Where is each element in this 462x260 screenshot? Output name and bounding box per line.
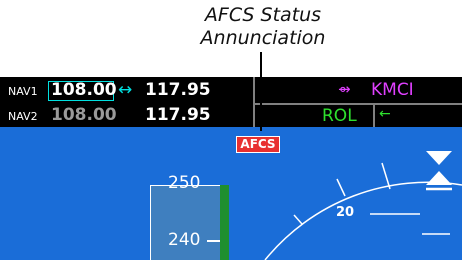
airspeed-tick-label: 250 (168, 173, 201, 193)
airspeed-tape: 250 240 (150, 173, 221, 260)
divider-horizontal (255, 103, 462, 105)
roll-scale-arc (264, 181, 462, 260)
airspeed-green-band (220, 185, 229, 260)
nav2-active-frequency[interactable]: 108.00 (51, 105, 117, 125)
nav1-standby-frequency[interactable]: 117.95 (145, 80, 211, 100)
roll-tick (293, 214, 303, 225)
active-waypoint: KMCI (371, 80, 414, 100)
afcs-status-annunciation: AFCS (236, 136, 280, 153)
nav1-active-frequency[interactable]: 108.00 (51, 80, 117, 100)
divider-autopilot (373, 104, 375, 127)
nav2-standby-frequency[interactable]: 117.95 (145, 105, 211, 125)
airspeed-tick-label: 240 (168, 230, 201, 250)
attitude-sky (0, 127, 462, 260)
roll-tick (336, 178, 346, 197)
pitch-scale-label: 20 (336, 205, 355, 220)
callout-label-line2: Annunciation (200, 27, 326, 49)
slip-indicator-icon (426, 171, 452, 185)
callout-label-line1: AFCS Status (204, 4, 322, 26)
attitude-indicator (264, 151, 462, 260)
roll-pointer-icon (426, 151, 452, 165)
lateral-mode-annunciation: ROL (322, 106, 357, 126)
airspeed-tick (207, 240, 220, 242)
divider-vertical (253, 77, 255, 127)
roll-tick (381, 162, 391, 190)
arrow-left-icon: ← (379, 106, 391, 122)
nav1-label: NAV1 (8, 85, 38, 98)
nav2-label: NAV2 (8, 110, 38, 123)
callout-leader-line (260, 52, 262, 131)
direct-to-icon: ⇴ (338, 80, 351, 98)
swap-icon[interactable]: ↔ (118, 80, 132, 100)
